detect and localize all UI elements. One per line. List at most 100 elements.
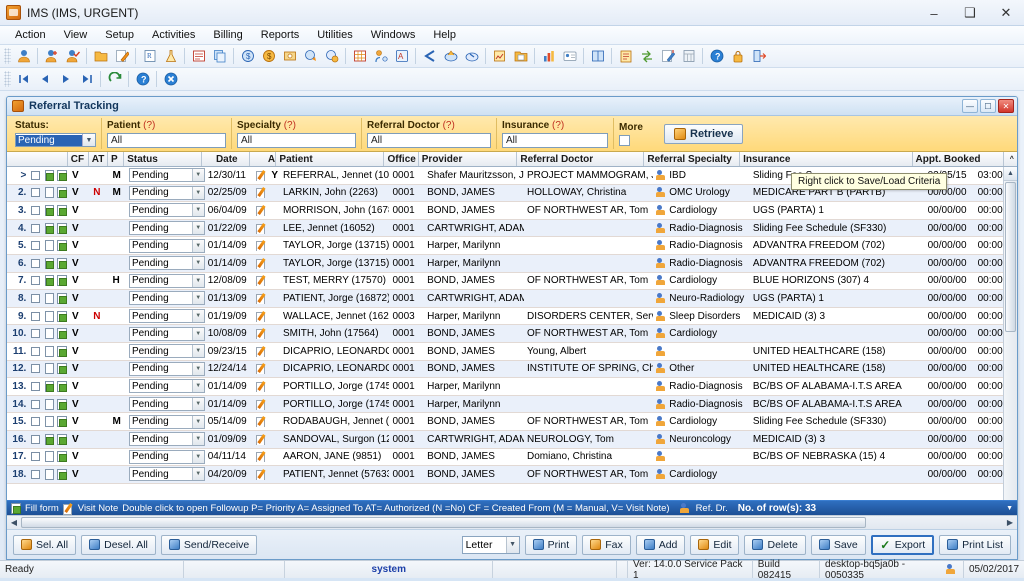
cell-status[interactable]: Pending ▼ <box>126 449 205 464</box>
table-row[interactable]: 4. V Pending ▼ 01/22/09 LEE, Jennet (16052) 00… <box>7 219 1017 238</box>
deselect-all-button[interactable]: Desel. All <box>81 534 156 555</box>
visit-note-doc-icon[interactable] <box>54 433 69 445</box>
referral-doctor-icon[interactable] <box>653 416 667 427</box>
authorize-icon[interactable]: A <box>392 47 411 66</box>
grid-icon[interactable] <box>350 47 369 66</box>
referral-doctor-icon[interactable] <box>653 310 667 322</box>
close-icon[interactable]: ✕ <box>998 99 1014 113</box>
visit-note-doc-icon[interactable] <box>54 363 69 375</box>
column-header-at[interactable]: AT <box>89 152 108 166</box>
send-receive-button[interactable]: Send/Receive <box>160 534 258 555</box>
fill-form-icon[interactable] <box>42 222 55 234</box>
column-header-appt-booked[interactable]: Appt. Booked <box>913 152 1004 166</box>
cell-status[interactable]: Pending ▼ <box>126 256 205 271</box>
fill-form-icon[interactable] <box>42 310 55 322</box>
menu-item-view[interactable]: View <box>55 27 97 43</box>
column-header-referral-doctor[interactable]: Referral Doctor <box>517 152 645 166</box>
referral-doctor-icon[interactable] <box>653 451 667 462</box>
scroll-up-icon[interactable]: ▲ <box>1004 167 1017 181</box>
fill-form-icon[interactable] <box>42 433 55 445</box>
print-button[interactable]: Print <box>524 534 578 555</box>
cancel-icon[interactable] <box>161 70 180 89</box>
scan-icon[interactable] <box>441 47 460 66</box>
table-row[interactable]: 10. V Pending ▼ 10/08/09 SMITH, John (17564) 0… <box>7 325 1017 343</box>
visit-note-icon[interactable] <box>253 223 268 234</box>
save-button[interactable]: Save <box>810 534 866 555</box>
minimize-icon[interactable]: — <box>962 99 978 113</box>
visit-note-icon[interactable] <box>253 328 268 340</box>
referral-doctor-icon[interactable] <box>653 292 667 304</box>
export-button[interactable]: ✓ Export <box>870 534 935 555</box>
scroll-left-icon[interactable]: ◀ <box>7 518 21 527</box>
patient-check-icon[interactable] <box>63 47 82 66</box>
column-header-cf[interactable]: CF <box>68 152 89 166</box>
cell-status[interactable]: Pending ▼ <box>126 168 205 183</box>
fill-form-icon[interactable] <box>42 257 55 269</box>
visit-note-icon[interactable] <box>253 451 268 463</box>
menu-item-windows[interactable]: Windows <box>362 27 425 43</box>
back-icon[interactable] <box>420 47 439 66</box>
help-icon[interactable]: ? <box>133 70 152 89</box>
scroll-thumb[interactable] <box>1005 182 1016 332</box>
referral-doctor-icon[interactable] <box>653 222 667 234</box>
row-checkbox[interactable] <box>28 241 42 251</box>
legend-collapse-icon[interactable]: ▼ <box>1006 505 1013 512</box>
row-checkbox[interactable] <box>28 170 42 180</box>
row-checkbox[interactable] <box>28 364 42 374</box>
chevron-down-icon[interactable]: ▼ <box>505 536 519 553</box>
patient-icon[interactable] <box>14 47 33 66</box>
column-header-p[interactable]: P <box>108 152 125 166</box>
cell-status[interactable]: Pending ▼ <box>126 379 205 394</box>
table-row[interactable]: 11. V Pending▼09/23/15 DICAPRIO, LEONARDO (… <box>7 343 1017 361</box>
cell-status[interactable]: Pending ▼ <box>126 185 205 200</box>
cell-status[interactable]: Pending ▼ <box>126 326 205 341</box>
next-record-icon[interactable] <box>56 70 75 89</box>
fill-form-icon[interactable] <box>42 204 55 216</box>
visit-note-doc-icon[interactable] <box>54 310 69 322</box>
visit-note-icon[interactable] <box>253 434 268 445</box>
visit-note-doc-icon[interactable] <box>54 169 69 181</box>
close-icon[interactable]: ✕ <box>988 0 1024 26</box>
help-icon[interactable]: ? <box>707 47 726 66</box>
referral-doctor-icon[interactable] <box>653 433 667 445</box>
menu-item-activities[interactable]: Activities <box>143 27 204 43</box>
document-icon[interactable] <box>189 47 208 66</box>
visit-note-icon[interactable] <box>253 293 268 304</box>
claim-icon[interactable]: $ <box>259 47 278 66</box>
hscroll-thumb[interactable] <box>21 517 866 528</box>
cell-status[interactable]: Pending ▼ <box>126 291 205 306</box>
visit-note-icon[interactable] <box>253 346 268 357</box>
column-header-patient[interactable]: Patient <box>276 152 385 166</box>
visit-note-doc-icon[interactable] <box>54 275 69 287</box>
referral-doctor-icon[interactable] <box>653 204 667 216</box>
fill-form-icon[interactable] <box>42 328 55 340</box>
more-filter-checkbox[interactable] <box>619 134 630 146</box>
row-checkbox[interactable] <box>28 223 42 233</box>
visit-note-doc-icon[interactable] <box>54 398 69 410</box>
visit-note-icon[interactable] <box>253 187 268 199</box>
patient-filter-input[interactable]: All <box>107 132 226 148</box>
visit-note-doc-icon[interactable] <box>54 222 69 234</box>
referral-doctor-icon[interactable] <box>653 380 667 392</box>
restore-icon[interactable]: ❑ <box>952 0 988 26</box>
lab-flask-icon[interactable] <box>161 47 180 66</box>
menu-item-help[interactable]: Help <box>424 27 465 43</box>
fill-form-icon[interactable] <box>42 398 55 410</box>
status-filter-select[interactable]: Pending ▼ <box>15 133 96 147</box>
row-checkbox[interactable] <box>28 452 42 462</box>
row-checkbox[interactable] <box>28 188 42 198</box>
toolbar-grip[interactable] <box>4 48 11 64</box>
cell-status[interactable]: Pending ▼ <box>126 467 205 482</box>
edit-note-icon[interactable] <box>112 47 131 66</box>
table-row[interactable]: 9. V N Pending ▼ 01/19/09 WALLACE, Jennet (162… <box>7 308 1017 326</box>
menu-item-action[interactable]: Action <box>6 27 55 43</box>
previous-record-icon[interactable] <box>35 70 54 89</box>
table-row[interactable]: 15. V M Pending ▼ 05/14/09 RODABAUGH, Jennet (… <box>7 413 1017 431</box>
visit-note-doc-icon[interactable] <box>54 345 69 357</box>
grid-vertical-scrollbar[interactable]: ▲ <box>1003 167 1017 500</box>
row-checkbox[interactable] <box>28 399 42 409</box>
ledger-alt-icon[interactable] <box>322 47 341 66</box>
payment-icon[interactable] <box>301 47 320 66</box>
book-icon[interactable] <box>588 47 607 66</box>
menu-item-reports[interactable]: Reports <box>252 27 309 43</box>
